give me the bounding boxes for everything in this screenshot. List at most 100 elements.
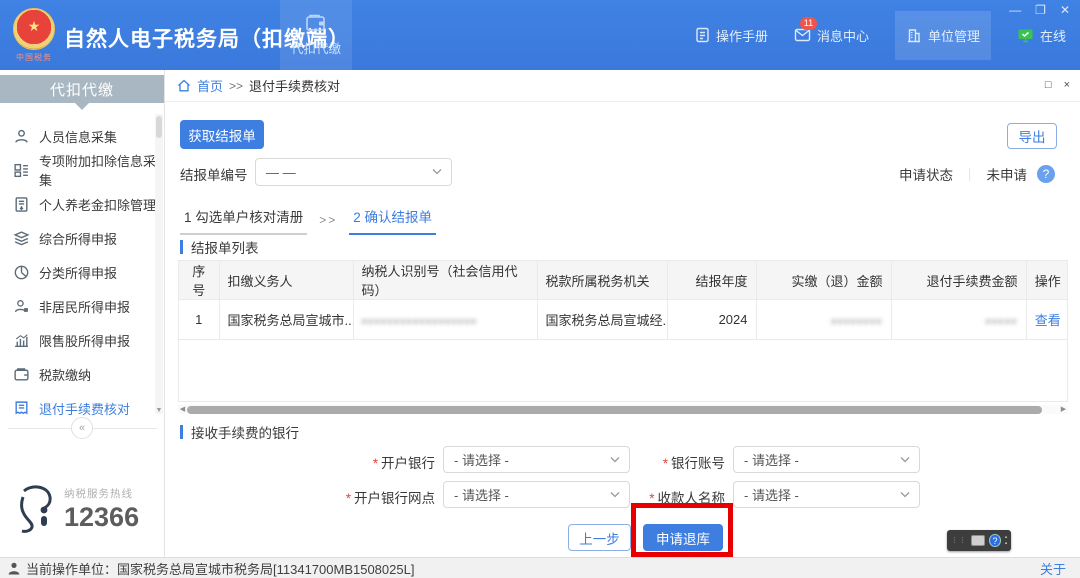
section-accent-bar xyxy=(180,240,183,254)
scroll-right-arrow-icon[interactable]: ▶ xyxy=(1059,405,1068,414)
sidebar-item-special-deduction[interactable]: 专项附加扣除信息采集 xyxy=(0,153,164,187)
col-authority: 税款所属税务机关 xyxy=(537,261,667,300)
pension-doc-icon xyxy=(13,196,30,213)
pie-chart-icon xyxy=(13,264,30,281)
help-icon[interactable]: ? xyxy=(1037,165,1055,183)
layers-icon xyxy=(13,230,30,247)
bank-section-title: 接收手续费的银行 xyxy=(180,422,299,442)
section-accent-bar xyxy=(180,425,183,439)
status-separator: ｜ xyxy=(963,164,977,184)
payee-name-select[interactable]: - 请选择 - xyxy=(733,481,920,508)
header-tab-withholding[interactable]: 代扣代缴 xyxy=(280,0,352,70)
nav-label: 消息中心 xyxy=(817,26,869,45)
sidebar-header-tab[interactable]: 代扣代缴 xyxy=(0,75,164,103)
operator-user-icon xyxy=(8,562,20,575)
sidebar-item-personnel-info[interactable]: 人员信息采集 xyxy=(0,119,164,153)
input-method-toolbar[interactable]: ⋮⋮ ? ▪▪ xyxy=(947,530,1011,551)
statement-list-section-title: 结报单列表 xyxy=(180,237,259,257)
emblem-caption: 中国税务 xyxy=(8,52,60,63)
wallet-small-icon xyxy=(13,366,30,383)
chevron-down-icon xyxy=(900,456,910,463)
keyboard-icon[interactable] xyxy=(971,535,985,546)
sidebar-scrollbar[interactable]: ▼ xyxy=(155,114,163,414)
horizontal-scrollbar[interactable]: ◀ ▶ xyxy=(178,405,1068,414)
sidebar-item-classified-income[interactable]: 分类所得申报 xyxy=(0,255,164,289)
sidebar-collapse-row: « xyxy=(0,417,165,439)
cell-paid-amount-redacted: ●●●●●●●● xyxy=(831,316,883,326)
status-value: 未申请 xyxy=(987,164,1028,184)
bank-account-select[interactable]: - 请选择 - xyxy=(733,446,920,473)
required-mark: * xyxy=(663,456,668,471)
breadcrumb: 首页 >> 退付手续费核对 □ × xyxy=(165,70,1080,102)
sidebar-item-label: 个人养老金扣除管理 xyxy=(39,195,156,214)
receipt-icon xyxy=(13,400,30,417)
bank-account-label: *银行账号 xyxy=(595,452,725,472)
breadcrumb-current: 退付手续费核对 xyxy=(249,76,340,95)
select-value: - 请选择 - xyxy=(744,485,799,504)
user-badge-icon xyxy=(13,298,30,315)
ime-help-icon[interactable]: ? xyxy=(989,534,1001,547)
sidebar-item-comprehensive-income[interactable]: 综合所得申报 xyxy=(0,221,164,255)
scrollbar-track[interactable] xyxy=(187,406,1059,414)
nav-label: 操作手册 xyxy=(716,26,768,45)
col-year: 结报年度 xyxy=(667,261,756,300)
hotline-logo: 纳税服务热线 12366 xyxy=(10,483,139,535)
statement-table: 序号 扣缴义务人 纳税人识别号（社会信用代码） 税款所属税务机关 结报年度 实缴… xyxy=(178,260,1068,402)
select-value: - 请选择 - xyxy=(454,450,509,469)
step-separator: >> xyxy=(319,213,337,235)
sidebar-item-pension-deduction[interactable]: 个人养老金扣除管理 xyxy=(0,187,164,221)
view-link[interactable]: 查看 xyxy=(1035,313,1061,328)
col-agent: 扣缴义务人 xyxy=(219,261,353,300)
about-link[interactable]: 关于 xyxy=(1040,559,1066,578)
scrollbar-thumb[interactable] xyxy=(187,406,1042,414)
top-header: — ❐ ✕ ★ 中国税务 自然人电子税务局（扣缴端） 代扣代缴 操作手册 11 xyxy=(0,0,1080,70)
bank-name-label: *开户银行 xyxy=(255,452,435,472)
step-tab-2[interactable]: 2 确认结报单 xyxy=(349,206,436,235)
statement-number-select[interactable]: — — xyxy=(255,158,452,186)
export-button[interactable]: 导出 xyxy=(1007,123,1057,149)
step-tab-1[interactable]: 1 勾选单户核对清册 xyxy=(180,206,307,235)
wallet-icon xyxy=(305,13,327,33)
drag-handle-icon[interactable]: ⋮⋮ xyxy=(951,537,967,544)
grid-list-icon xyxy=(13,162,30,179)
nav-label: 在线 xyxy=(1040,26,1066,45)
fetch-statement-button[interactable]: 获取结报单 xyxy=(180,120,264,149)
header-nav: 操作手册 11 消息中心 单位管理 在线 xyxy=(695,0,1066,70)
select-value: - 请选择 - xyxy=(454,485,509,504)
main-content: 首页 >> 退付手续费核对 □ × 获取结报单 导出 结报单编号 — — 申请状… xyxy=(165,70,1080,557)
apply-refund-button[interactable]: 申请退库 xyxy=(643,524,723,551)
sidebar-item-nonresident-income[interactable]: 非居民所得申报 xyxy=(0,289,164,323)
headset-person-icon xyxy=(10,483,58,535)
current-operating-unit: 当前操作单位：国家税务总局宣城市税务局[11341700MB1508025L] xyxy=(26,559,414,578)
table-row: 1 国家税务总局宣城市... ●●●●●●●●●●●●●●●●●● 国家税务总局… xyxy=(179,300,1068,340)
statement-number-label: 结报单编号 xyxy=(180,164,248,184)
sidebar-item-label: 综合所得申报 xyxy=(39,229,117,248)
hotline-label: 纳税服务热线 xyxy=(64,486,139,501)
content-close-button[interactable]: × xyxy=(1064,79,1070,91)
previous-step-button[interactable]: 上一步 xyxy=(568,524,631,551)
home-icon xyxy=(177,79,191,92)
tax-emblem-logo: ★ 中国税务 xyxy=(8,8,60,63)
content-restore-button[interactable]: □ xyxy=(1045,79,1052,91)
scroll-down-arrow-icon[interactable]: ▼ xyxy=(155,407,163,414)
scrollbar-thumb[interactable] xyxy=(156,116,162,138)
document-icon xyxy=(695,27,710,43)
chevron-down-icon xyxy=(900,491,910,498)
select-value: - 请选择 - xyxy=(744,450,799,469)
nav-item-online-status[interactable]: 在线 xyxy=(1017,26,1066,45)
nav-item-unit-management[interactable]: 单位管理 xyxy=(895,11,991,60)
sidebar-item-tax-payment[interactable]: 税款缴纳 xyxy=(0,357,164,391)
breadcrumb-home-link[interactable]: 首页 xyxy=(197,76,223,95)
sidebar-item-label: 分类所得申报 xyxy=(39,263,117,282)
user-icon xyxy=(13,128,30,145)
nav-item-manual[interactable]: 操作手册 xyxy=(695,26,768,45)
col-paid-amount: 实缴（退）金额 xyxy=(756,261,891,300)
sidebar-item-label: 专项附加扣除信息采集 xyxy=(39,151,164,189)
table-header-row: 序号 扣缴义务人 纳税人识别号（社会信用代码） 税款所属税务机关 结报年度 实缴… xyxy=(179,261,1068,300)
nav-item-messages[interactable]: 11 消息中心 xyxy=(794,26,869,45)
sidebar-item-restricted-shares[interactable]: 限售股所得申报 xyxy=(0,323,164,357)
cell-year: 2024 xyxy=(667,300,756,340)
scroll-left-arrow-icon[interactable]: ◀ xyxy=(178,405,187,414)
collapse-sidebar-button[interactable]: « xyxy=(71,417,93,439)
online-monitor-icon xyxy=(1017,28,1034,43)
